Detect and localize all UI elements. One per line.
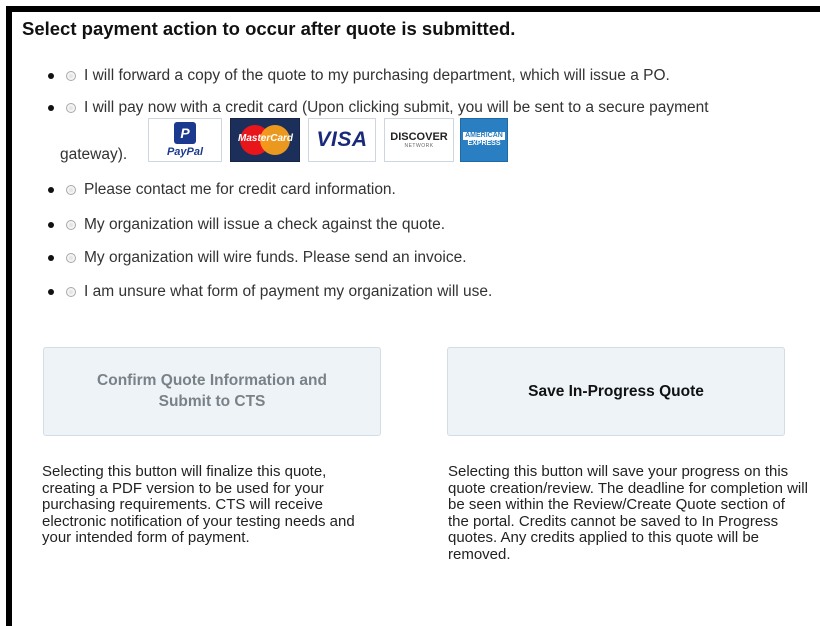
radio-check[interactable]: [66, 220, 76, 230]
bullet-icon: [48, 105, 54, 111]
bullet-icon: [48, 222, 54, 228]
option-label-contact: Please contact me for credit card inform…: [84, 181, 396, 198]
bullet-icon: [48, 289, 54, 295]
payment-option-check[interactable]: My organization will issue a check again…: [48, 215, 445, 235]
option-label-credit-card: I will pay now with a credit card (Upon …: [84, 99, 709, 116]
payment-option-po[interactable]: I will forward a copy of the quote to my…: [48, 66, 670, 86]
confirm-description: Selecting this button will finalize this…: [42, 463, 355, 547]
radio-po[interactable]: [66, 71, 76, 81]
payment-option-credit-card[interactable]: I will pay now with a credit card (Upon …: [48, 98, 709, 118]
paypal-logo-text: PayPal: [166, 146, 204, 158]
paypal-p-icon: P: [174, 122, 196, 144]
save-description: Selecting this button will save your pro…: [448, 463, 808, 563]
mastercard-circles-icon: MasterCard: [238, 123, 294, 157]
amex-logo-bottom: EXPRESS: [467, 140, 501, 147]
page-title: Select payment action to occur after quo…: [22, 18, 516, 39]
radio-wire[interactable]: [66, 253, 76, 263]
payment-option-contact[interactable]: Please contact me for credit card inform…: [48, 180, 396, 200]
visa-logo: VISA: [308, 118, 376, 162]
payment-option-wire[interactable]: My organization will wire funds. Please …: [48, 248, 467, 268]
option-label-unsure: I am unsure what form of payment my orga…: [84, 283, 493, 300]
mastercard-logo-text: MasterCard: [238, 133, 294, 144]
bullet-icon: [48, 73, 54, 79]
amex-logo-top: AMERICAN: [463, 132, 505, 140]
bullet-icon: [48, 187, 54, 193]
radio-credit-card[interactable]: [66, 103, 76, 113]
payment-option-unsure[interactable]: I am unsure what form of payment my orga…: [48, 282, 492, 302]
paypal-logo: P PayPal: [148, 118, 222, 162]
option-label-po: I will forward a copy of the quote to my…: [84, 67, 670, 84]
amex-logo: AMERICAN EXPRESS: [460, 118, 508, 162]
option-label-wire: My organization will wire funds. Please …: [84, 249, 467, 266]
option-label-check: My organization will issue a check again…: [84, 216, 446, 233]
discover-logo-text: DISCOVER: [390, 131, 448, 143]
radio-unsure[interactable]: [66, 287, 76, 297]
discover-logo-subtext: NETWORK: [404, 143, 434, 149]
save-in-progress-button[interactable]: Save In-Progress Quote: [447, 347, 785, 436]
discover-logo: DISCOVER NETWORK: [384, 118, 454, 162]
radio-contact[interactable]: [66, 185, 76, 195]
bullet-icon: [48, 255, 54, 261]
confirm-submit-button[interactable]: Confirm Quote Information and Submit to …: [43, 347, 381, 436]
option-label-credit-card-continuation: gateway).: [60, 146, 128, 163]
mastercard-logo: MasterCard: [230, 118, 300, 162]
